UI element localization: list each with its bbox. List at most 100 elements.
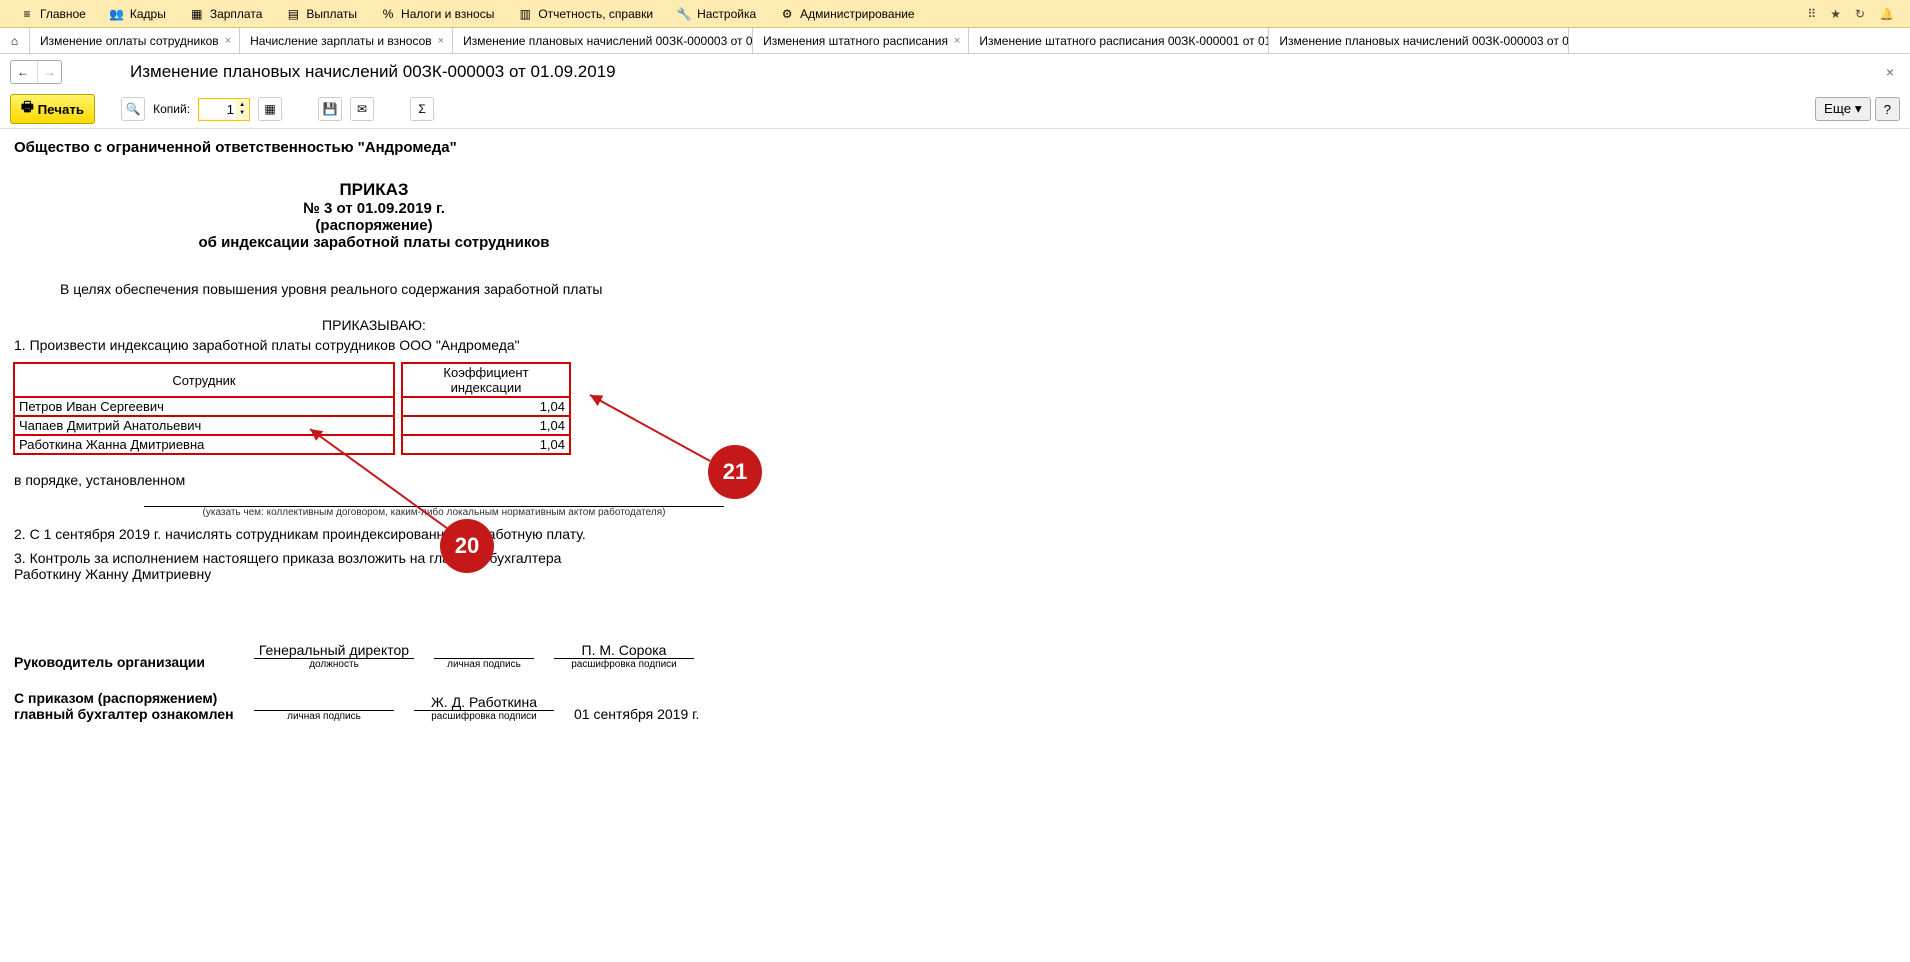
order-subtitle: (распоряжение) — [14, 217, 734, 234]
tab-label: Изменение штатного расписания 00ЗК-00000… — [979, 34, 1269, 48]
head-label: Руководитель организации — [14, 654, 234, 670]
home-tab[interactable]: ⌂ — [0, 28, 30, 53]
menu-admin-label: Администрирование — [800, 7, 914, 21]
name-sub: расшифровка подписи — [554, 658, 694, 670]
close-icon[interactable]: × — [438, 35, 444, 47]
wallet-icon: ▤ — [286, 7, 300, 21]
note-line: (указать чем: коллективным договором, ка… — [144, 506, 724, 518]
menu-otchet[interactable]: ▥Отчетность, справки — [506, 0, 665, 27]
gear-icon: ⚙ — [780, 7, 794, 21]
preview-button[interactable]: 🔍 — [121, 97, 145, 121]
item-3-line2: Работкину Жанну Дмитриевну — [14, 566, 211, 582]
table-header-coef: Коэффициент индексации — [402, 363, 570, 397]
calendar-icon: ▦ — [190, 7, 204, 21]
magnifier-icon: 🔍 — [126, 102, 141, 116]
item-1: 1. Произвести индексацию заработной плат… — [14, 337, 1896, 353]
print-button[interactable]: 🖶 Печать — [10, 94, 95, 124]
tab-3[interactable]: Изменения штатного расписания × — [753, 28, 969, 53]
print-icon: 🖶 — [21, 98, 34, 120]
table-icon: ▦ — [264, 102, 275, 116]
after-table-text: в порядке, установленном — [14, 472, 1896, 488]
tab-0[interactable]: Изменение оплаты сотрудников × — [30, 28, 240, 53]
item-3: 3. Контроль за исполнением настоящего пр… — [14, 550, 1896, 582]
menu-main[interactable]: ≡ Главное — [8, 0, 98, 27]
percent-icon: % — [381, 7, 395, 21]
close-icon[interactable]: × — [954, 35, 960, 47]
export-button[interactable]: ▦ — [258, 97, 282, 121]
menu-admin[interactable]: ⚙ Администрирование — [768, 0, 926, 27]
copies-stepper[interactable]: ▲▼ — [198, 98, 250, 121]
mail-button[interactable]: ✉ — [350, 97, 374, 121]
doc-icon: ▥ — [518, 7, 532, 21]
ack-name: Ж. Д. Работкина — [414, 694, 554, 710]
page-title: Изменение плановых начислений 00ЗК-00000… — [130, 62, 616, 82]
tabs-bar: ⌂ Изменение оплаты сотрудников × Начислен… — [0, 28, 1910, 54]
forward-button[interactable]: → — [37, 61, 61, 83]
signatures: Руководитель организации Генеральный дир… — [14, 642, 1896, 722]
back-button[interactable]: ← — [11, 61, 35, 83]
employee-coef: 1,04 — [402, 397, 570, 416]
tab-label: Начисление зарплаты и взносов — [250, 34, 432, 48]
table-header-employee: Сотрудник — [14, 363, 394, 397]
prikazyvayu: ПРИКАЗЫВАЮ: — [14, 317, 734, 333]
close-page-button[interactable]: × — [1886, 64, 1900, 80]
menu-nastroika-label: Настройка — [697, 7, 756, 21]
table-row: Чапаев Дмитрий Анатольевич 1,04 — [14, 416, 570, 435]
menu-zarplata[interactable]: ▦ Зарплата — [178, 0, 275, 27]
menu-nalogi[interactable]: % Налоги и взносы — [369, 0, 506, 27]
content-header: ← → Изменение плановых начислений 00ЗК-0… — [0, 54, 1910, 90]
item-2: 2. С 1 сентября 2019 г. начислять сотруд… — [14, 526, 1896, 542]
history-icon[interactable]: ↻ — [1855, 7, 1865, 21]
save-button[interactable]: 💾 — [318, 97, 342, 121]
callout-20: 20 — [440, 519, 494, 573]
copies-label: Копий: — [153, 102, 190, 116]
document-area: Общество с ограниченной ответственностью… — [0, 129, 1910, 962]
order-title: ПРИКАЗ — [14, 180, 734, 200]
menu-vyplaty[interactable]: ▤ Выплаты — [274, 0, 369, 27]
apps-icon[interactable]: ⠿ — [1807, 7, 1816, 21]
order-about: об индексации заработной платы сотрудник… — [14, 234, 734, 251]
menu-nastroika[interactable]: 🔧 Настройка — [665, 0, 768, 27]
print-label: Печать — [38, 102, 85, 117]
main-menu: ≡ Главное 👥Кадры ▦ Зарплата ▤ Выплаты % Нало… — [0, 0, 1910, 28]
home-icon: ⌂ — [11, 34, 18, 48]
tab-2[interactable]: Изменение плановых начислений 00ЗК-00000… — [453, 28, 753, 53]
bell-icon[interactable]: 🔔 — [1879, 7, 1894, 21]
order-header: ПРИКАЗ № 3 от 01.09.2019 г. (распоряжени… — [14, 180, 734, 251]
employee-coef: 1,04 — [402, 416, 570, 435]
more-button[interactable]: Еще ▾ — [1815, 97, 1871, 121]
tab-label: Изменения штатного расписания — [763, 34, 948, 48]
employee-name: Петров Иван Сергеевич — [14, 397, 394, 416]
close-icon[interactable]: × — [225, 35, 231, 47]
menu-nalogi-label: Налоги и взносы — [401, 7, 494, 21]
copies-input[interactable] — [200, 100, 236, 119]
spinner[interactable]: ▲▼ — [236, 101, 248, 117]
help-button[interactable]: ? — [1875, 97, 1900, 121]
employee-name: Работкина Жанна Дмитриевна — [14, 435, 394, 454]
tab-5[interactable]: Изменение плановых начислений 00ЗК-00000… — [1269, 28, 1569, 53]
head-name: П. М. Сорока — [554, 642, 694, 658]
tab-1[interactable]: Начисление зарплаты и взносов × — [240, 28, 453, 53]
sum-button[interactable]: Σ — [410, 97, 434, 121]
menu-zarplata-label: Зарплата — [210, 7, 263, 21]
name-sub2: расшифровка подписи — [414, 710, 554, 722]
wrench-icon: 🔧 — [677, 7, 691, 21]
menu-kadry-label: Кадры — [130, 7, 166, 21]
order-number: № 3 от 01.09.2019 г. — [14, 200, 734, 217]
sig-sub2: личная подпись — [254, 710, 394, 722]
tab-4[interactable]: Изменение штатного расписания 00ЗК-00000… — [969, 28, 1269, 53]
menu-main-label: Главное — [40, 7, 86, 21]
star-icon[interactable]: ★ — [1830, 7, 1841, 21]
employee-name: Чапаев Дмитрий Анатольевич — [14, 416, 394, 435]
menu-vyplaty-label: Выплаты — [306, 7, 357, 21]
sig-sub: личная подпись — [434, 658, 534, 670]
envelope-icon: ✉ — [357, 102, 367, 116]
menu-icon: ≡ — [20, 7, 34, 21]
menu-kadry[interactable]: 👥Кадры — [98, 0, 178, 27]
diskette-icon: 💾 — [323, 102, 338, 116]
indexation-table: Сотрудник Коэффициент индексации Петров … — [14, 363, 570, 454]
table-row: Петров Иван Сергеевич 1,04 — [14, 397, 570, 416]
tab-label: Изменение оплаты сотрудников — [40, 34, 219, 48]
callout-21: 21 — [708, 445, 762, 499]
sigma-icon: Σ — [418, 102, 425, 116]
